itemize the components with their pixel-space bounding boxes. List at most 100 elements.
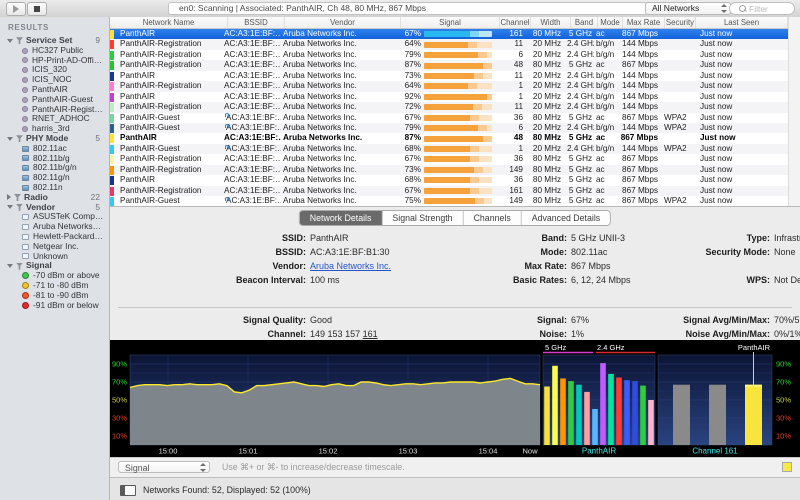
signal-bar-tail [483,63,492,69]
cell-security [661,165,692,175]
sidebar-item-label: -70 dBm or above [33,271,100,280]
sidebar-item[interactable]: ICIS_320 [0,65,109,75]
column-header-band[interactable]: Band [571,17,598,28]
phy-mode-icon [22,165,29,171]
sidebar-item[interactable]: ICIS_NOC [0,75,109,85]
sidebar-item[interactable]: Aruba Networks… [0,222,109,232]
phy-mode-icon [22,155,29,161]
cell-mode: b/g/n [594,39,619,49]
sidebar-item[interactable]: 802.11b/g/n [0,163,109,173]
column-header-signal[interactable]: Signal [401,17,500,28]
column-header-network-name[interactable]: Network Name [110,17,228,28]
disclosure-triangle-icon[interactable] [7,205,13,209]
field-label: WPS: [635,273,770,287]
table-row[interactable]: PanthAIR-RegistrationAC:A3:1E:BF:…Aruba … [110,154,788,164]
column-header-width[interactable]: Width [531,17,571,28]
sidebar-group-phy-mode[interactable]: PHY Mode5 [0,134,109,144]
table-row[interactable]: PanthAIR-RegistrationAC:A3:1E:BF:…Aruba … [110,60,788,70]
tab-signal-strength[interactable]: Signal Strength [382,211,463,225]
sidebar-item[interactable]: -71 to -80 dBm [0,281,109,291]
scan-start-button[interactable] [6,2,26,16]
table-row[interactable]: PanthAIRAC:A3:1E:BF:…Aruba Networks Inc.… [110,71,788,81]
table-row[interactable]: PanthAIR-RegistrationAC:A3:1E:BF:…Aruba … [110,186,788,196]
cell-channel: 149 [496,196,527,206]
sidebar-item[interactable]: HC327 Public [0,46,109,56]
field-value[interactable]: Aruba Networks Inc. [310,261,391,271]
bssid-text: AC:A3:1E:BF:… [224,133,281,143]
tab-network-details[interactable]: Network Details [300,211,383,225]
table-row[interactable]: PanthAIR-GuestAC:A3:1E:BF:…Aruba Network… [110,123,788,133]
disclosure-triangle-icon[interactable] [7,137,13,141]
sidebar-item[interactable]: Unknown [0,252,109,262]
table-row[interactable]: PanthAIRAC:A3:1E:BF:…Aruba Networks Inc.… [110,92,788,102]
vendor-icon [22,224,29,230]
x-axis-tick: Now [522,447,538,456]
cell-signal: 67% [397,154,496,164]
column-header-mode[interactable]: Mode [598,17,623,28]
cell-network-name: PanthAIR [114,71,224,81]
sidebar-item[interactable]: Netgear Inc. [0,242,109,252]
sidebar-item[interactable]: -81 to -90 dBm [0,291,109,301]
cell-max-rate: 867 Mbps [619,186,661,196]
disclosure-triangle-icon[interactable] [7,194,11,200]
details-field: Type:Infrastructure [635,231,800,245]
table-row[interactable]: PanthAIR-RegistrationAC:A3:1E:BF:…Aruba … [110,102,788,112]
sidebar-item[interactable]: RNET_ADHOC [0,114,109,124]
table-row[interactable]: PanthAIR-RegistrationAC:A3:1E:BF:…Aruba … [110,81,788,91]
disclosure-triangle-icon[interactable] [7,39,13,43]
cell-channel: 36 [496,175,527,185]
table-row[interactable]: PanthAIR-GuestAC:A3:1E:BF:…Aruba Network… [110,144,788,154]
sidebar: RESULTS Service Set9HC327 PublicHP-Print… [0,17,110,500]
table-row[interactable]: PanthAIR-GuestAC:A3:1E:BF:…Aruba Network… [110,113,788,123]
cell-security [661,102,692,112]
column-header-vendor[interactable]: Vendor [285,17,401,28]
sidebar-item[interactable]: PanthAIR [0,85,109,95]
sidebar-item[interactable]: Hewlett-Packard… [0,232,109,242]
sidebar-item[interactable]: PanthAIR-Guest [0,95,109,105]
sidebar-item[interactable]: 802.11g/n [0,173,109,183]
cell-mode: ac [594,29,619,39]
table-row[interactable]: PanthAIR-RegistrationAC:A3:1E:BF:…Aruba … [110,165,788,175]
table-scrollbar[interactable] [788,17,800,206]
sidebar-item[interactable]: ASUSTeK Comp… [0,212,109,222]
network-filter-dropdown[interactable]: All Networks [645,2,731,15]
column-header-max-rate[interactable]: Max Rate [623,17,665,28]
sidebar-group-service-set[interactable]: Service Set9 [0,36,109,46]
column-header-security[interactable]: Security [665,17,696,28]
table-row[interactable]: PanthAIRAC:A3:1E:BF:…Aruba Networks Inc.… [110,133,788,143]
table-row[interactable]: PanthAIRAC:A3:1E:BF:…Aruba Networks Inc.… [110,175,788,185]
cell-channel: 1 [496,92,527,102]
disclosure-triangle-icon[interactable] [7,264,13,268]
filter-search-input[interactable]: Filter [729,2,795,15]
cell-network-name: PanthAIR [114,29,224,39]
column-header-last-seen[interactable]: Last Seen [696,17,788,28]
sidebar-toggle-icon[interactable] [120,485,136,496]
graph-metric-dropdown[interactable]: Signal [118,461,210,473]
column-header-channel[interactable]: Channel [500,17,531,28]
tab-channels[interactable]: Channels [464,211,522,225]
tab-advanced-details[interactable]: Advanced Details [522,211,610,225]
sidebar-item[interactable]: -91 dBm or below [0,301,109,311]
cell-width: 20 MHz [527,92,567,102]
table-row[interactable]: PanthAIRAC:A3:1E:BF:…Aruba Networks Inc.… [110,29,788,39]
sidebar-item[interactable]: -70 dBm or above [0,271,109,281]
sidebar-item[interactable]: HP-Print-AD-Offi… [0,56,109,66]
table-row[interactable]: PanthAIR-RegistrationAC:A3:1E:BF:…Aruba … [110,50,788,60]
network-dot-icon [22,106,28,112]
column-header-bssid[interactable]: BSSID [228,17,285,28]
sidebar-item[interactable]: 802.11ac [0,144,109,154]
sidebar-group-vendor[interactable]: Vendor5 [0,203,109,213]
sidebar-item[interactable]: 802.11b/g [0,154,109,164]
table-row[interactable]: PanthAIR-GuestAC:A3:1E:BF:…Aruba Network… [110,196,788,206]
scan-stop-button[interactable] [27,2,47,16]
cell-signal: 67% [397,29,496,39]
sidebar-item[interactable]: PanthAIR-Regist… [0,105,109,115]
sidebar-item-label: ICIS_320 [32,65,67,74]
table-row[interactable]: PanthAIR-RegistrationAC:A3:1E:BF:…Aruba … [110,39,788,49]
signal-percent: 92% [397,92,424,102]
cell-security [661,175,692,185]
sidebar-group-signal[interactable]: Signal [0,261,109,271]
cell-signal: 72% [397,102,496,112]
cell-mode: ac [594,175,619,185]
sidebar-item-label: -81 to -90 dBm [33,291,88,300]
